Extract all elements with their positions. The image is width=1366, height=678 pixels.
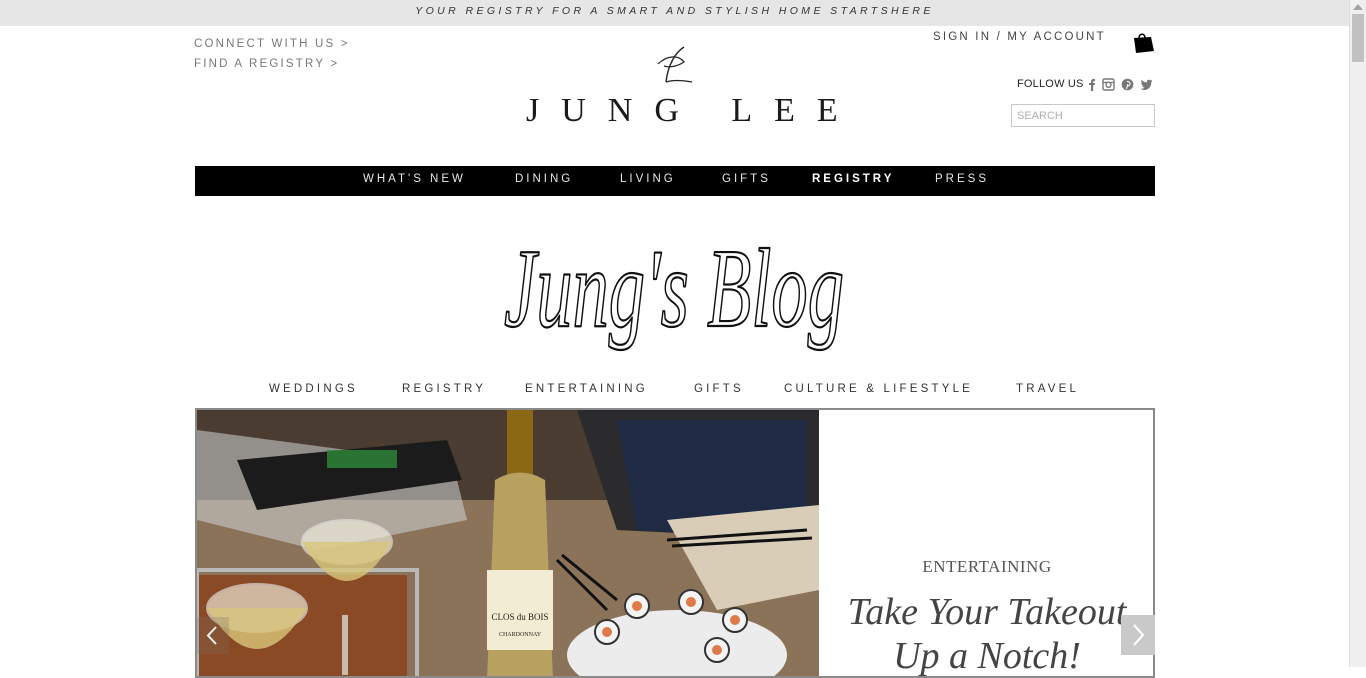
featured-slider[interactable]: CLOS du BOIS CHARDONNAY ENTERTAINING Tak… [195, 408, 1155, 678]
svg-text:CHARDONNAY: CHARDONNAY [499, 632, 542, 638]
blog-nav-travel[interactable]: TRAVEL [1016, 383, 1079, 395]
vertical-scrollbar[interactable] [1349, 0, 1366, 667]
svg-text:CLOS du BOIS: CLOS du BOIS [491, 612, 548, 622]
shopping-bag-icon[interactable] [1132, 32, 1156, 54]
follow-us-label: FOLLOW US [1017, 78, 1084, 90]
twitter-icon[interactable] [1140, 78, 1153, 91]
logo-wordmark: JUNG LEE [526, 92, 860, 129]
blog-nav-weddings[interactable]: WEDDINGS [269, 383, 358, 395]
scroll-up-arrow-icon[interactable] [1353, 4, 1363, 10]
blog-nav-entertaining[interactable]: ENTERTAINING [525, 383, 648, 395]
site-logo[interactable]: JUNG LEE [526, 44, 860, 136]
slide-headline[interactable]: Take Your Takeout Up a Notch! [819, 590, 1153, 677]
slide-category: ENTERTAINING [922, 557, 1052, 576]
nav-registry[interactable]: REGISTRY [812, 166, 894, 192]
scroll-thumb[interactable] [1352, 14, 1364, 62]
header-left-links: CONNECT WITH US > FIND A REGISTRY > [194, 37, 350, 77]
chevron-left-icon [206, 626, 217, 645]
instagram-icon[interactable] [1102, 78, 1115, 91]
slider-prev-button[interactable] [197, 617, 229, 654]
nav-press[interactable]: PRESS [935, 166, 989, 192]
blog-title-text: Jung's Blog [504, 227, 844, 351]
nav-living[interactable]: LIVING [620, 166, 676, 192]
chevron-right-icon [1133, 624, 1145, 646]
slider-next-button[interactable] [1121, 615, 1155, 655]
nav-whats-new[interactable]: WHAT'S NEW [363, 166, 466, 192]
promo-banner-text: YOUR REGISTRY FOR A SMART AND STYLISH HO… [415, 5, 934, 17]
slide-caption-panel[interactable]: ENTERTAINING Take Your Takeout Up a Notc… [819, 410, 1153, 677]
facebook-icon[interactable] [1086, 78, 1099, 91]
slide-headline-line-1: Take Your Takeout [847, 591, 1127, 633]
blog-nav-registry[interactable]: REGISTRY [402, 383, 486, 395]
slide-photo[interactable]: CLOS du BOIS CHARDONNAY [197, 410, 819, 678]
monogram-logo-icon [657, 46, 693, 83]
pinterest-icon[interactable] [1121, 78, 1134, 91]
promo-banner[interactable]: YOUR REGISTRY FOR A SMART AND STYLISH HO… [0, 0, 1349, 26]
main-navigation: WHAT'S NEW DINING LIVING GIFTS REGISTRY … [195, 166, 1155, 196]
blog-nav-gifts[interactable]: GIFTS [694, 383, 744, 395]
nav-dining[interactable]: DINING [515, 166, 573, 192]
find-a-registry-link[interactable]: FIND A REGISTRY > [194, 57, 350, 77]
search-input[interactable] [1011, 104, 1155, 127]
sign-in-account-link[interactable]: SIGN IN / MY ACCOUNT [933, 31, 1106, 43]
connect-with-us-link[interactable]: CONNECT WITH US > [194, 37, 350, 57]
blog-nav-culture-lifestyle[interactable]: CULTURE & LIFESTYLE [784, 383, 973, 395]
slide-headline-line-2: Up a Notch! [893, 635, 1081, 677]
nav-gifts[interactable]: GIFTS [722, 166, 771, 192]
blog-title: Jung's Blog [503, 226, 845, 352]
